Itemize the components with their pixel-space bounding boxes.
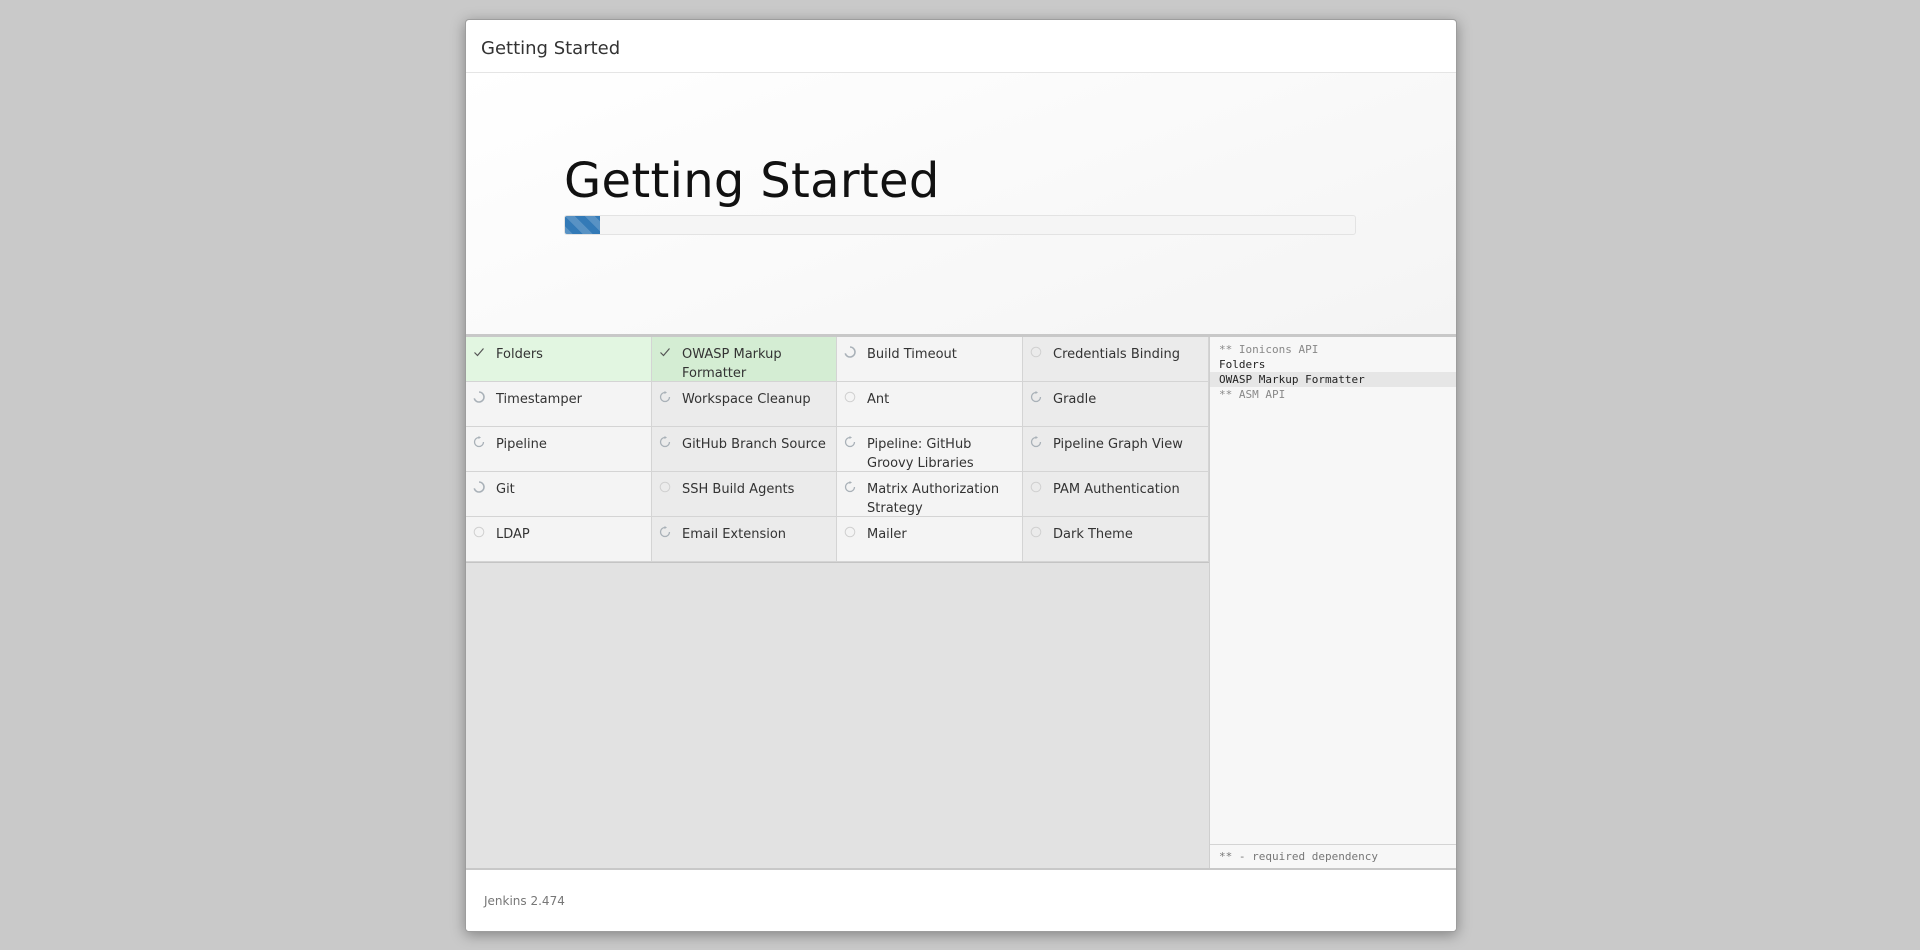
- plugin-item: Dark Theme: [1023, 517, 1209, 562]
- plugin-item: Pipeline: [466, 427, 652, 472]
- plugin-name: Workspace Cleanup: [682, 392, 811, 407]
- plugin-name: Pipeline: [496, 437, 547, 452]
- plugin-item: Git: [466, 472, 652, 517]
- plugin-item: OWASP Markup Formatter: [652, 337, 837, 382]
- page-title: Getting Started: [564, 153, 940, 209]
- plugin-name: Dark Theme: [1053, 527, 1133, 542]
- plugin-name: Credentials Binding: [1053, 347, 1180, 362]
- pending-circle-icon: [844, 526, 856, 538]
- plugin-name: Matrix Authorization Strategy: [867, 482, 1000, 516]
- spinner-icon: [473, 391, 485, 403]
- plugin-name: Timestamper: [496, 392, 582, 407]
- plugin-item: GitHub Branch Source: [652, 427, 837, 472]
- pending-circle-icon: [1030, 526, 1042, 538]
- pending-circle-icon: [1030, 346, 1042, 358]
- plugin-item: Workspace Cleanup: [652, 382, 837, 427]
- plugin-item: Pipeline Graph View: [1023, 427, 1209, 472]
- dialog-footer: Jenkins 2.474: [466, 868, 1456, 931]
- plugin-name: Email Extension: [682, 527, 787, 542]
- plugin-name: Pipeline Graph View: [1053, 437, 1183, 452]
- install-progress-fill: [565, 216, 600, 234]
- plugin-item: LDAP: [466, 517, 652, 562]
- plugin-name: Ant: [867, 392, 890, 407]
- refresh-icon: [844, 436, 856, 448]
- spinner-icon: [844, 346, 856, 358]
- refresh-icon: [1030, 391, 1042, 403]
- log-legend: ** - required dependency: [1210, 844, 1456, 868]
- plugin-name: Pipeline: GitHub Groovy Libraries: [867, 437, 974, 471]
- install-progress-bar: [564, 215, 1356, 235]
- plugin-item: Pipeline: GitHub Groovy Libraries: [837, 427, 1023, 472]
- plugin-name: Git: [496, 482, 515, 497]
- plugin-item: Credentials Binding: [1023, 337, 1209, 382]
- plugin-name: OWASP Markup Formatter: [682, 347, 782, 381]
- plugin-item: Email Extension: [652, 517, 837, 562]
- refresh-icon: [659, 391, 671, 403]
- refresh-icon: [1030, 436, 1042, 448]
- pending-circle-icon: [1030, 481, 1042, 493]
- refresh-icon: [659, 436, 671, 448]
- setup-wizard-dialog: Getting Started Getting Started Folders O…: [465, 19, 1457, 932]
- version-label: Jenkins 2.474: [484, 894, 565, 908]
- refresh-icon: [473, 436, 485, 448]
- plugin-list: Folders OWASP Markup Formatter Build Timeo…: [466, 337, 1209, 563]
- plugin-name: LDAP: [496, 527, 530, 542]
- plugin-item: PAM Authentication: [1023, 472, 1209, 517]
- log-line: ** Ionicons API: [1219, 343, 1319, 356]
- plugin-item: Ant: [837, 382, 1023, 427]
- log-line: OWASP Markup Formatter: [1210, 372, 1456, 387]
- plugin-name: PAM Authentication: [1053, 482, 1180, 497]
- pending-circle-icon: [659, 481, 671, 493]
- plugin-name: Mailer: [867, 527, 907, 542]
- plugin-name: Folders: [496, 347, 543, 362]
- plugin-item: Build Timeout: [837, 337, 1023, 382]
- dialog-title: Getting Started: [466, 20, 1456, 73]
- plugin-item: Mailer: [837, 517, 1023, 562]
- plugin-name: Gradle: [1053, 392, 1097, 407]
- pending-circle-icon: [473, 526, 485, 538]
- checkmark-icon: [660, 348, 670, 357]
- plugin-install-area: Folders OWASP Markup Formatter Build Timeo…: [466, 337, 1456, 868]
- plugin-name: GitHub Branch Source: [682, 437, 826, 452]
- plugin-item: SSH Build Agents: [652, 472, 837, 517]
- refresh-icon: [844, 481, 856, 493]
- plugin-name: Build Timeout: [867, 347, 957, 362]
- spinner-icon: [473, 481, 485, 493]
- getting-started-banner: Getting Started: [466, 73, 1456, 337]
- plugin-item: Gradle: [1023, 382, 1209, 427]
- pending-circle-icon: [844, 391, 856, 403]
- log-line: ** ASM API: [1219, 388, 1286, 401]
- refresh-icon: [659, 526, 671, 538]
- plugin-item: Timestamper: [466, 382, 652, 427]
- checkmark-icon: [474, 348, 484, 357]
- install-log-panel[interactable]: ** Ionicons API Folders OWASP Markup Forma…: [1209, 337, 1456, 868]
- log-line: Folders: [1219, 358, 1266, 371]
- plugin-item: Matrix Authorization Strategy: [837, 472, 1023, 517]
- plugin-name: SSH Build Agents: [682, 482, 795, 497]
- install-log: ** Ionicons API Folders OWASP Markup Forma…: [1210, 337, 1456, 402]
- plugin-item: Folders: [466, 337, 652, 382]
